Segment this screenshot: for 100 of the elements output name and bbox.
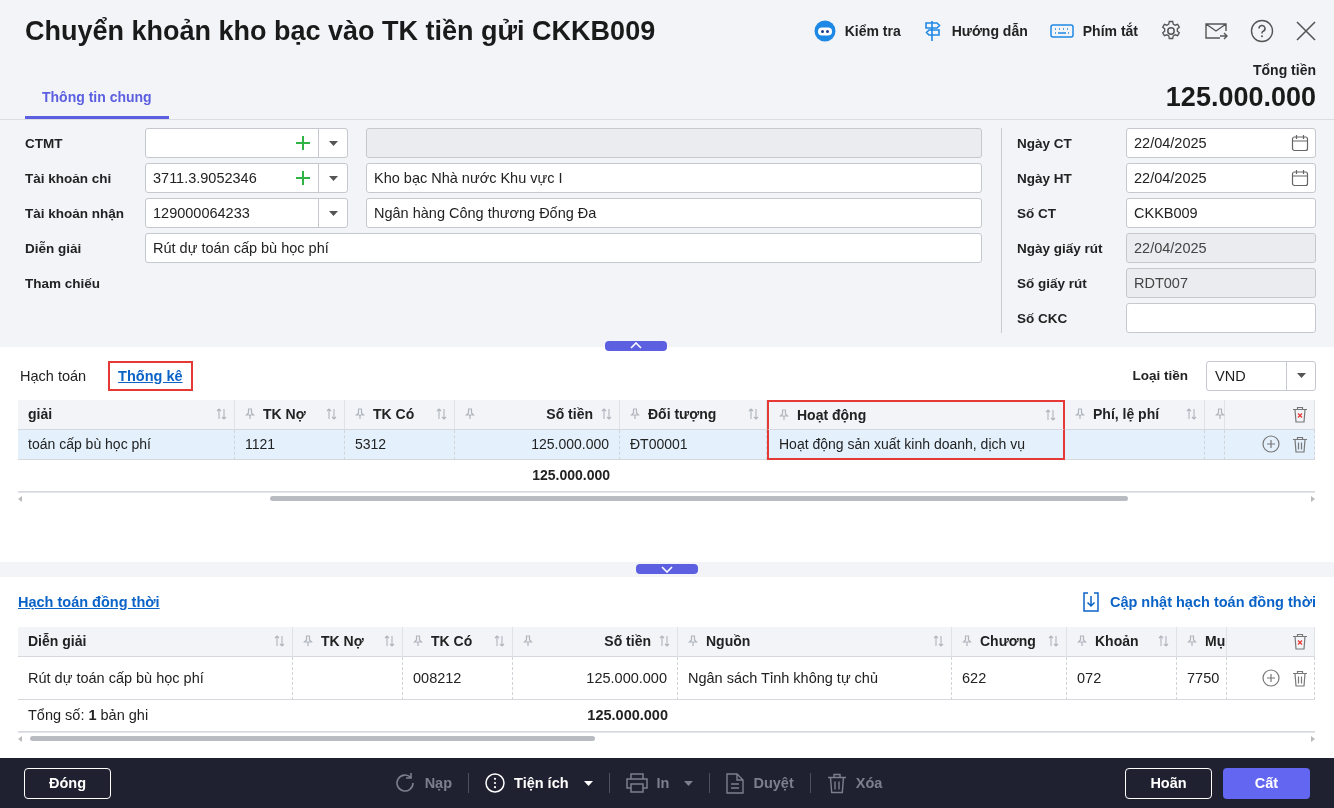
field-label: Tài khoản chi	[25, 170, 113, 186]
tab[interactable]: Hạch toán	[18, 360, 97, 391]
sort-icon[interactable]	[1186, 408, 1197, 421]
pin-icon	[688, 635, 698, 648]
add-icon[interactable]	[296, 171, 310, 185]
sort-icon[interactable]	[601, 408, 612, 421]
sort-icon[interactable]	[933, 635, 944, 648]
robot-icon	[813, 20, 836, 42]
text-field[interactable]	[1126, 303, 1316, 333]
column-header[interactable]: giải	[18, 399, 235, 430]
help-icon[interactable]	[1250, 19, 1274, 43]
delete-icon[interactable]	[1292, 435, 1308, 453]
date-field[interactable]: 22/04/2025	[1126, 128, 1316, 158]
combo-field[interactable]: 3711.3.9052346	[145, 163, 348, 193]
horizontal-scrollbar[interactable]	[18, 491, 1315, 502]
delete-icon[interactable]	[1292, 669, 1308, 687]
currency-select[interactable]: VND	[1206, 360, 1316, 391]
window-title: Chuyển khoản kho bạc vào TK tiền gửi CKKB009	[25, 15, 656, 47]
caret-icon	[684, 780, 694, 786]
tab[interactable]: Thống kê	[108, 360, 193, 391]
sort-icon[interactable]	[436, 408, 447, 421]
scroll-right-icon[interactable]	[1311, 495, 1315, 502]
pin-icon	[413, 635, 423, 648]
column-header[interactable]: Mụ	[1177, 627, 1227, 657]
column-header[interactable]	[1205, 399, 1225, 430]
column-header[interactable]: Đối tượng	[620, 399, 767, 430]
field-label: Số giấy rút	[1017, 275, 1088, 291]
scroll-right-icon[interactable]	[1311, 736, 1315, 742]
column-header[interactable]: Số tiền	[455, 399, 620, 430]
toolbar-button[interactable]: Kiểm tra	[813, 20, 901, 42]
field-label: Diễn giải	[25, 240, 83, 256]
calendar-icon[interactable]	[1291, 134, 1309, 152]
add-icon[interactable]	[1262, 435, 1280, 454]
sort-icon[interactable]	[1045, 409, 1056, 422]
delete-icon	[826, 772, 847, 794]
text-field[interactable]: Rút dự toán cấp bù học phí	[145, 233, 982, 263]
sort-icon[interactable]	[326, 408, 337, 421]
table-cell: Hoạt động sản xuất kinh doanh, dịch vụ	[767, 429, 1065, 460]
table-row[interactable]: toán cấp bù học phí 1121 5312 125.000.000 ĐT00001 Hoạt động sản xuất kinh doanh, dịch vụ	[18, 429, 1315, 460]
pin-icon	[962, 635, 972, 648]
column-header[interactable]: TK Có	[345, 399, 455, 430]
toolbar-button[interactable]: Hướng dẫn	[922, 20, 1028, 42]
column-header[interactable]: Phí, lệ phí	[1065, 399, 1205, 430]
combo-field[interactable]	[145, 128, 348, 158]
more-icon	[485, 773, 506, 794]
table-cell: Ngân sách Tỉnh không tự chủ	[678, 657, 952, 700]
add-icon[interactable]	[296, 136, 310, 150]
column-header[interactable]: Khoản	[1067, 627, 1177, 657]
total-amount: 125.000.000	[1165, 82, 1316, 113]
table-cell: 125.000.000	[455, 429, 620, 460]
table-cell: 5312	[345, 429, 455, 460]
chevron-down-icon	[661, 566, 673, 573]
sort-icon[interactable]	[384, 635, 395, 648]
text-field[interactable]: Ngân hàng Công thương Đống Đa	[366, 198, 982, 228]
combo-field[interactable]: 129000064233	[145, 198, 348, 228]
action-button[interactable]: Hoãn	[1125, 767, 1212, 799]
column-header[interactable]: TK Nợ	[235, 399, 345, 430]
column-header[interactable]: TK Nợ	[293, 627, 403, 657]
scroll-left-icon[interactable]	[18, 736, 22, 742]
delete-all-icon[interactable]	[1292, 633, 1308, 651]
action-button[interactable]: Đóng	[24, 767, 111, 799]
column-header[interactable]: Diễn giải	[18, 627, 293, 657]
update-button[interactable]: Cập nhật hạch toán đồng thời	[1081, 592, 1316, 612]
expand-handle[interactable]	[636, 564, 698, 575]
text-field[interactable]: Kho bạc Nhà nước Khu vực I	[366, 163, 982, 193]
column-header[interactable]: Nguồn	[678, 627, 952, 657]
scroll-left-icon[interactable]	[18, 495, 22, 502]
table-row[interactable]: Rút dự toán cấp bù học phí 008212 125.000.000 Ngân sách Tỉnh không tự chủ 622 072 7750	[18, 657, 1315, 700]
sort-icon[interactable]	[659, 635, 670, 648]
close-icon[interactable]	[1296, 21, 1316, 41]
sort-icon[interactable]	[1048, 635, 1059, 648]
calendar-icon[interactable]	[1291, 169, 1309, 187]
section-link[interactable]: Hạch toán đồng thời	[18, 594, 160, 610]
toolbar-button[interactable]: Phím tắt	[1049, 23, 1138, 39]
collapse-handle[interactable]	[605, 340, 667, 351]
sort-icon[interactable]	[494, 635, 505, 648]
column-header[interactable]: Chương	[952, 627, 1067, 657]
table-cell: 622	[952, 657, 1067, 700]
date-field[interactable]: 22/04/2025	[1126, 163, 1316, 193]
field-label: Ngày CT	[1017, 135, 1073, 151]
sort-icon[interactable]	[274, 635, 285, 648]
caret-icon	[328, 140, 338, 146]
add-icon[interactable]	[1262, 669, 1280, 688]
sort-icon[interactable]	[748, 408, 759, 421]
toolbar-button[interactable]: Tiện ích	[485, 773, 593, 794]
column-header[interactable]: Hoạt động	[767, 399, 1065, 430]
sort-icon[interactable]	[1158, 635, 1169, 648]
document-icon	[726, 772, 745, 794]
column-header[interactable]: TK Có	[403, 627, 513, 657]
horizontal-scrollbar[interactable]	[18, 732, 1315, 742]
column-header[interactable]: Số tiền	[513, 627, 678, 657]
total-cell: 125.000.000	[455, 459, 620, 492]
text-field[interactable]: CKKB009	[1126, 198, 1316, 228]
delete-all-icon[interactable]	[1292, 406, 1308, 424]
action-button[interactable]: Cất	[1223, 767, 1310, 799]
sort-icon[interactable]	[216, 408, 227, 421]
settings-icon[interactable]	[1160, 20, 1182, 42]
caret-icon	[1296, 373, 1306, 379]
pin-icon	[245, 408, 255, 421]
mail-forward-icon[interactable]	[1204, 21, 1228, 41]
